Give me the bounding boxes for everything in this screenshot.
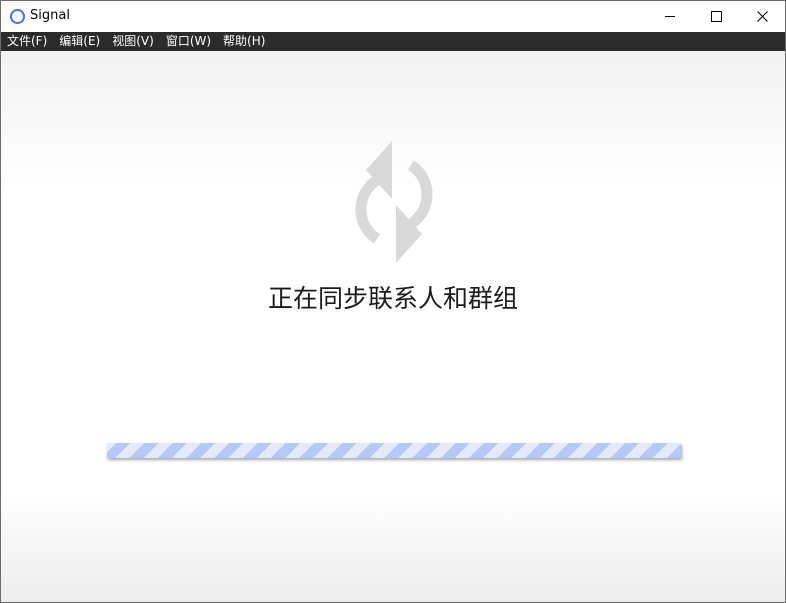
sync-status-text: 正在同步联系人和群组 <box>267 284 518 313</box>
menu-help[interactable]: 帮助(H) <box>217 32 271 51</box>
close-icon <box>756 11 768 22</box>
window-title: Signal <box>30 8 70 23</box>
maximize-button[interactable] <box>693 1 739 32</box>
menu-bar: 文件(F) 编辑(E) 视图(V) 窗口(W) 帮助(H) <box>1 32 785 51</box>
close-button[interactable] <box>739 1 785 32</box>
title-bar[interactable]: Signal <box>1 1 785 32</box>
sync-icon <box>355 141 433 263</box>
maximize-icon <box>710 11 722 22</box>
menu-view[interactable]: 视图(V) <box>106 32 160 51</box>
menu-edit[interactable]: 编辑(E) <box>53 32 106 51</box>
minimize-icon <box>665 16 675 17</box>
sync-progress-bar <box>107 443 681 458</box>
menu-file[interactable]: 文件(F) <box>1 32 53 51</box>
minimize-button[interactable] <box>647 1 693 32</box>
signal-window: Signal 文件(F) 编辑(E) 视图(V) 窗口(W) 帮助(H) 正在同… <box>0 0 786 603</box>
sync-screen: 正在同步联系人和群组 <box>1 51 785 602</box>
signal-logo-icon <box>10 9 25 24</box>
menu-window[interactable]: 窗口(W) <box>160 32 217 51</box>
